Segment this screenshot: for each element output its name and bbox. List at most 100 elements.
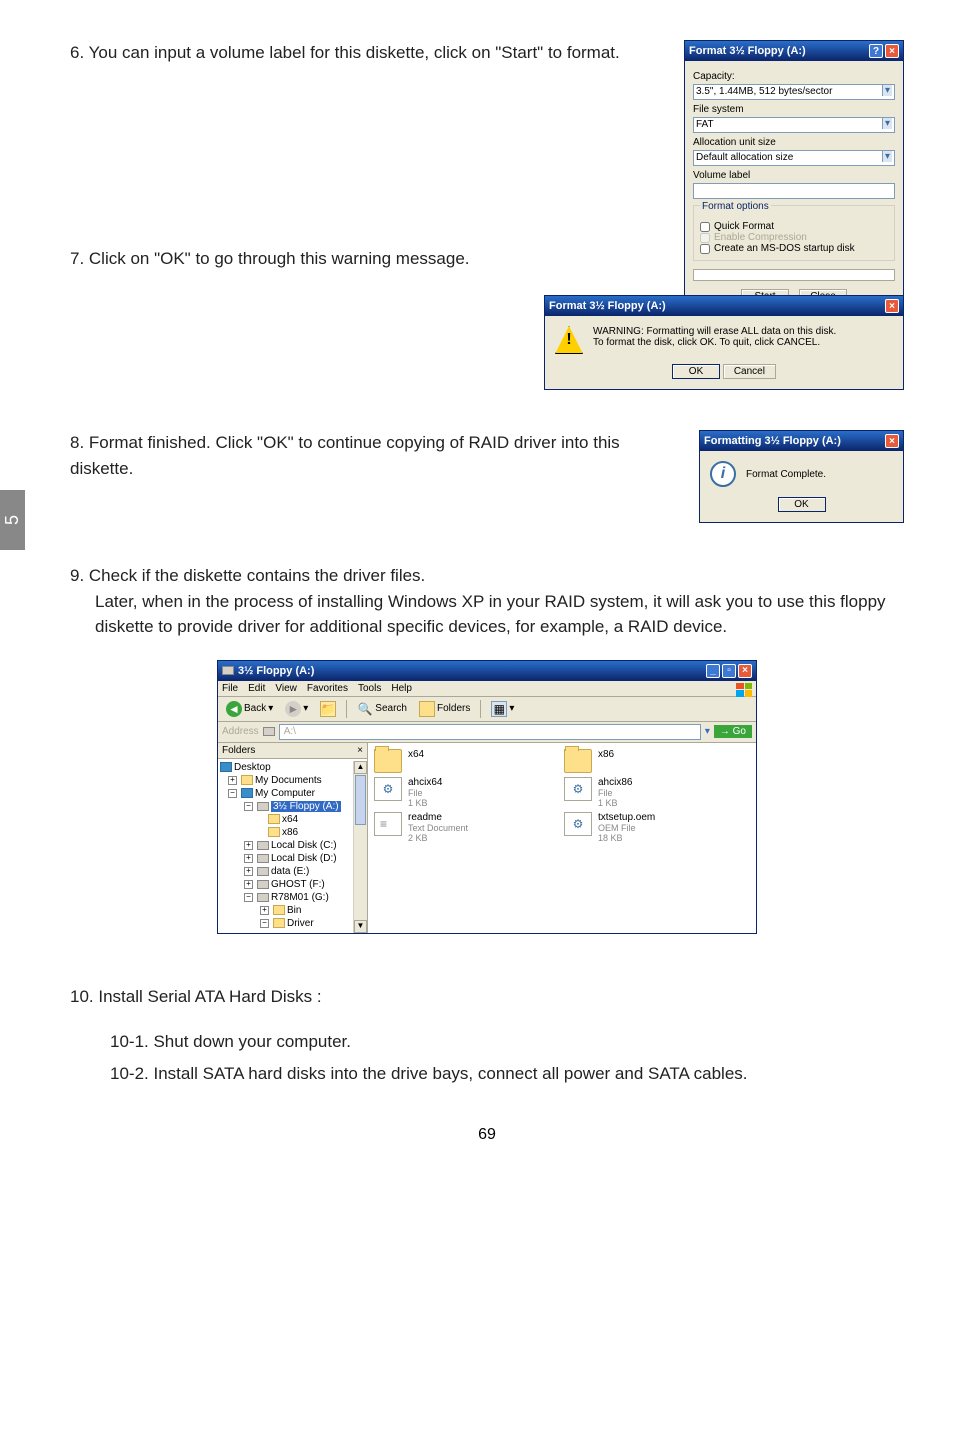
search-button[interactable]: 🔍Search: [353, 700, 411, 718]
step-8: 8. Format finished. Click "OK" to contin…: [70, 430, 679, 481]
format-dialog: Format 3½ Floppy (A:) ? × Capacity: 3.5"…: [684, 40, 904, 315]
tree-bin[interactable]: +Bin: [220, 904, 365, 917]
tree-driver[interactable]: −Driver: [220, 917, 365, 930]
expand-icon[interactable]: +: [244, 854, 253, 863]
scroll-thumb[interactable]: [355, 775, 366, 825]
file-name: x64: [408, 749, 424, 760]
files-pane: x64 x86 ahcix64File1 KB ahcix86File1 KB read…: [368, 743, 756, 933]
quick-format-checkbox[interactable]: Quick Format: [700, 221, 888, 232]
tree-disk-f[interactable]: +GHOST (F:): [220, 878, 365, 891]
file-meta: OEM File18 KB: [598, 823, 655, 843]
tree-x64[interactable]: x64: [220, 813, 365, 826]
volume-label-label: Volume label: [693, 170, 895, 181]
file-item[interactable]: x64: [374, 749, 544, 773]
floppy-icon: [222, 666, 234, 675]
collapse-icon[interactable]: −: [244, 893, 253, 902]
file-item[interactable]: readmeText Document2 KB: [374, 812, 544, 843]
forward-button: ► ▾: [281, 700, 312, 718]
tree-mycomputer[interactable]: −My Computer: [220, 787, 365, 800]
step-9-body: Later, when in the process of installing…: [70, 589, 904, 640]
menu-help[interactable]: Help: [391, 683, 412, 694]
help-button[interactable]: ?: [869, 44, 883, 58]
file-item[interactable]: txtsetup.oemOEM File18 KB: [564, 812, 734, 843]
alloc-select[interactable]: Default allocation size: [693, 150, 895, 166]
menu-tools[interactable]: Tools: [358, 683, 381, 694]
filesystem-label: File system: [693, 104, 895, 115]
folders-panel-close[interactable]: ×: [357, 745, 363, 756]
maximize-button[interactable]: ▫: [722, 664, 736, 678]
views-button[interactable]: ▦▾: [487, 700, 518, 718]
go-button[interactable]: → Go: [714, 725, 752, 738]
menu-edit[interactable]: Edit: [248, 683, 265, 694]
expand-icon[interactable]: +: [244, 841, 253, 850]
tree-disk-d[interactable]: +Local Disk (D:): [220, 852, 365, 865]
format-progress: [693, 269, 895, 281]
volume-label-input[interactable]: [693, 183, 895, 199]
file-name: x86: [598, 749, 614, 760]
complete-ok-button[interactable]: OK: [778, 497, 826, 512]
collapse-icon[interactable]: −: [260, 919, 269, 928]
tree-desktop[interactable]: Desktop: [220, 761, 365, 774]
scroll-up-button[interactable]: ▲: [354, 761, 367, 774]
up-folder-icon: 📁: [320, 701, 336, 717]
expand-icon[interactable]: +: [260, 906, 269, 915]
file-item[interactable]: ahcix64File1 KB: [374, 777, 544, 808]
filesystem-select[interactable]: FAT: [693, 117, 895, 133]
tree-mydocuments[interactable]: +My Documents: [220, 774, 365, 787]
file-name: readme: [408, 812, 468, 823]
msdos-checkbox[interactable]: Create an MS-DOS startup disk: [700, 243, 888, 254]
collapse-icon[interactable]: −: [244, 802, 253, 811]
warning-ok-button[interactable]: OK: [672, 364, 720, 379]
back-button[interactable]: ◄Back ▾: [222, 700, 277, 718]
warning-message: WARNING: Formatting will erase ALL data …: [593, 326, 836, 348]
info-icon: i: [710, 461, 736, 487]
file-name: ahcix86: [598, 777, 632, 788]
close-button[interactable]: ×: [885, 44, 899, 58]
step-9: 9. Check if the diskette contains the dr…: [70, 563, 904, 589]
back-icon: ◄: [226, 701, 242, 717]
compression-checkbox: Enable Compression: [700, 232, 888, 243]
file-name: txtsetup.oem: [598, 812, 655, 823]
warning-close-button[interactable]: ×: [885, 299, 899, 313]
tree-floppy[interactable]: −3½ Floppy (A:): [220, 800, 365, 813]
minimize-button[interactable]: _: [706, 664, 720, 678]
tree-disk-e[interactable]: +data (E:): [220, 865, 365, 878]
expand-icon[interactable]: +: [244, 867, 253, 876]
step-10-1: 10-1. Shut down your computer.: [70, 1029, 904, 1055]
expand-icon[interactable]: +: [228, 776, 237, 785]
up-button[interactable]: 📁: [316, 700, 340, 718]
file-item[interactable]: x86: [564, 749, 734, 773]
tree-scrollbar[interactable]: ▲ ▼: [353, 761, 367, 933]
scroll-down-button[interactable]: ▼: [354, 920, 367, 933]
search-icon: 🔍: [357, 701, 373, 717]
complete-close-button[interactable]: ×: [885, 434, 899, 448]
views-icon: ▦: [491, 701, 507, 717]
collapse-icon[interactable]: −: [228, 789, 237, 798]
text-file-icon: [374, 812, 402, 836]
tree-x86[interactable]: x86: [220, 826, 365, 839]
menu-view[interactable]: View: [275, 683, 297, 694]
tree-disk-c[interactable]: +Local Disk (C:): [220, 839, 365, 852]
menu-bar: File Edit View Favorites Tools Help: [218, 681, 756, 697]
complete-dialog-title: Formatting 3½ Floppy (A:): [704, 435, 841, 447]
tree-disk-g[interactable]: −R78M01 (G:): [220, 891, 365, 904]
address-input[interactable]: [279, 724, 701, 740]
complete-message: Format Complete.: [746, 469, 826, 480]
folder-icon: [564, 749, 592, 773]
folders-button[interactable]: Folders: [415, 700, 474, 718]
file-item[interactable]: ahcix86File1 KB: [564, 777, 734, 808]
menu-favorites[interactable]: Favorites: [307, 683, 348, 694]
page-number: 69: [70, 1126, 904, 1144]
expand-icon[interactable]: +: [244, 880, 253, 889]
step-10: 10. Install Serial ATA Hard Disks :: [70, 984, 904, 1010]
format-warning-dialog: Format 3½ Floppy (A:) × ! WARNING: Forma…: [544, 295, 904, 390]
folder-tree: Folders × Desktop +My Documents −My Compu…: [218, 743, 368, 933]
folders-panel-title: Folders: [222, 745, 255, 756]
file-meta: Text Document2 KB: [408, 823, 468, 843]
menu-file[interactable]: File: [222, 683, 238, 694]
warning-cancel-button[interactable]: Cancel: [723, 364, 776, 379]
warning-icon: !: [555, 326, 583, 354]
file-name: ahcix64: [408, 777, 442, 788]
explorer-close-button[interactable]: ×: [738, 664, 752, 678]
capacity-select[interactable]: 3.5", 1.44MB, 512 bytes/sector: [693, 84, 895, 100]
